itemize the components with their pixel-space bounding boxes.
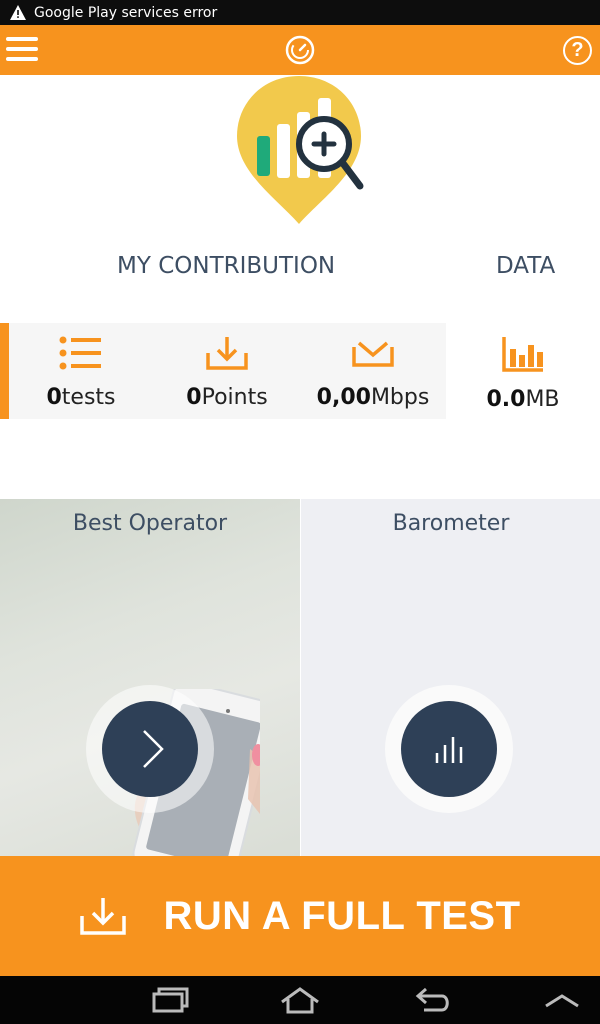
contribution-marker-icon	[237, 76, 364, 224]
best-operator-open-button[interactable]	[102, 701, 198, 797]
best-operator-card[interactable]: Best Operator	[0, 499, 300, 857]
stat-tests: 0tests	[8, 335, 154, 410]
stat-mbps: 0,00Mbps	[300, 335, 446, 410]
list-icon	[59, 336, 101, 370]
system-navigation-bar	[0, 976, 600, 1024]
stat-tests-value: 0tests	[46, 385, 116, 410]
download-tray-icon	[206, 337, 248, 370]
chevron-up-icon[interactable]	[542, 986, 582, 1014]
app-bar: ?	[0, 25, 600, 75]
stat-mb: 0.0MB	[450, 335, 596, 412]
back-icon[interactable]	[412, 986, 452, 1014]
tab-data[interactable]: DATA	[496, 253, 555, 279]
run-full-test-button[interactable]: RUN A FULL TEST	[0, 856, 600, 976]
barometer-open-button[interactable]	[401, 701, 497, 797]
home-icon[interactable]	[280, 986, 320, 1014]
hamburger-menu-icon[interactable]	[6, 37, 38, 63]
stat-mbps-value: 0,00Mbps	[316, 385, 430, 410]
bars-icon	[435, 737, 463, 763]
bar-chart-icon	[502, 337, 543, 372]
speedometer-logo-icon	[285, 35, 315, 65]
status-bar: Google Play services error	[0, 0, 600, 25]
tab-my-contribution[interactable]: MY CONTRIBUTION	[117, 253, 335, 279]
recent-apps-icon[interactable]	[150, 986, 190, 1014]
stat-mb-value: 0.0MB	[486, 387, 560, 412]
help-button[interactable]: ?	[563, 36, 592, 65]
inbox-tray-icon	[352, 341, 394, 367]
best-operator-title: Best Operator	[72, 511, 228, 536]
run-full-test-label: RUN A FULL TEST	[163, 893, 521, 938]
stat-points: 0Points	[154, 335, 300, 410]
download-tray-icon	[80, 898, 127, 935]
barometer-card[interactable]: Barometer	[301, 499, 600, 857]
stat-points-value: 0Points	[186, 385, 268, 410]
warning-icon	[10, 5, 26, 20]
barometer-title: Barometer	[392, 511, 510, 536]
chevron-right-icon	[143, 730, 164, 768]
status-notification-text: Google Play services error	[34, 4, 218, 21]
